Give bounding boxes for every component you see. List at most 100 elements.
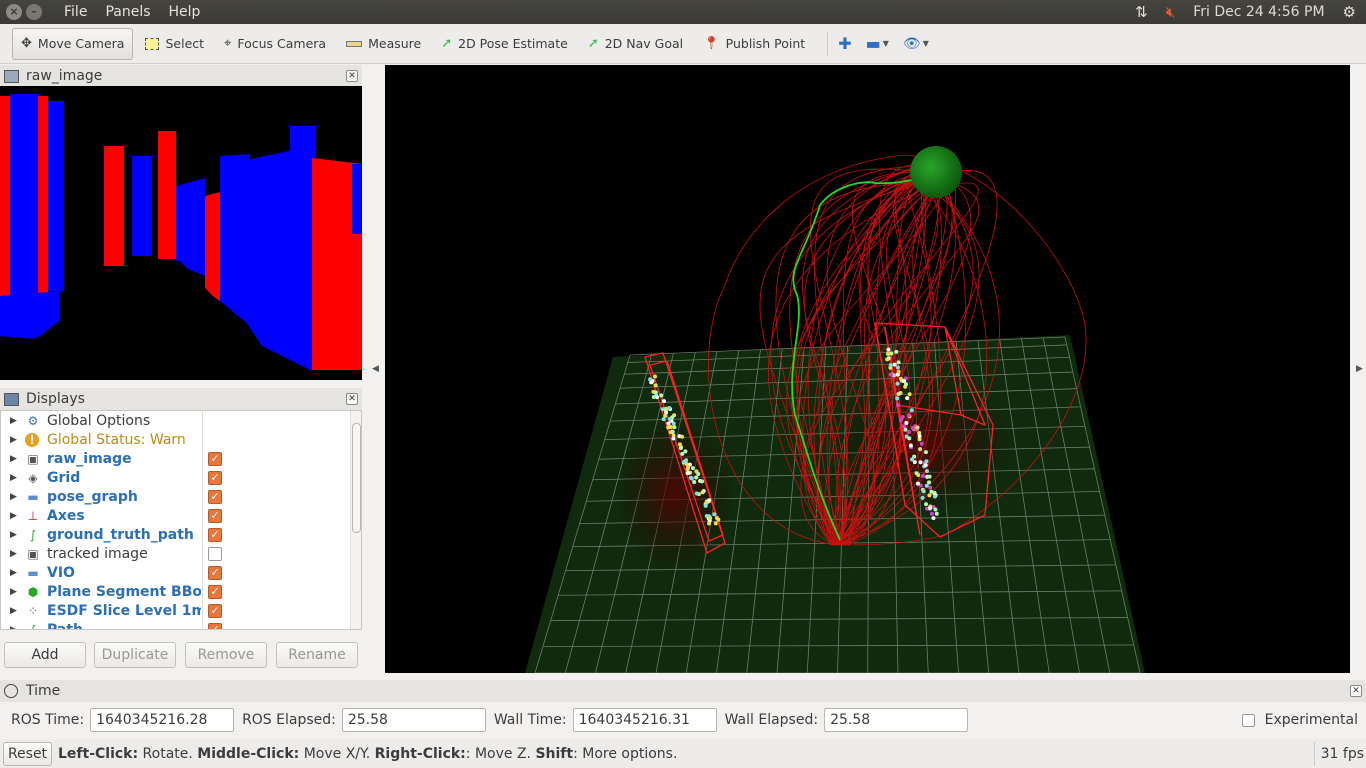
collapse-left-icon[interactable]: ◀ (372, 364, 379, 374)
expand-arrow-icon[interactable]: ▶ (10, 606, 20, 616)
tool-publish-point[interactable]: 📍︎ Publish Point (695, 28, 813, 60)
experimental-toggle[interactable]: Experimental (1241, 712, 1358, 728)
scene-canvas[interactable] (385, 65, 1350, 673)
enable-checkbox[interactable]: ✓ (208, 452, 222, 466)
display-item[interactable]: ▶ ⬢ Plane Segment BBox ✓ (1, 582, 361, 601)
display-item[interactable]: ▶ ▣ tracked image (1, 544, 361, 563)
help-text-part: Right-Click: (374, 745, 466, 762)
display-item[interactable]: ▶ ⚙ Global Options (1, 411, 361, 430)
help-text: Left-Click: Rotate. Middle-Click: Move X… (58, 746, 677, 762)
expand-arrow-icon[interactable]: ▶ (10, 416, 20, 426)
move-camera-icon: ✥ (21, 36, 32, 51)
expand-arrow-icon[interactable]: ▶ (10, 568, 20, 578)
expand-arrow-icon[interactable]: ▶ (10, 511, 20, 521)
remove-button[interactable]: Remove (185, 642, 267, 668)
help-text-part: Shift (535, 745, 574, 762)
help-text-part: Left-Click: (58, 745, 139, 762)
ros-elapsed-field[interactable]: 25.58 (341, 708, 486, 732)
minimize-window-icon[interactable]: – (26, 4, 42, 20)
display-item[interactable]: ▶ ∫ ground_truth_path ✓ (1, 525, 361, 544)
raw-image-view (0, 86, 362, 380)
close-icon[interactable]: ✕ (346, 70, 358, 82)
goal-sphere (910, 146, 962, 198)
tool-focus-camera[interactable]: ⌖ Focus Camera (216, 28, 334, 60)
expand-arrow-icon[interactable]: ▶ (10, 473, 20, 483)
display-item-label: Grid (47, 469, 81, 486)
display-item[interactable]: ▶ ◈ Grid ✓ (1, 468, 361, 487)
status-bar: Reset Left-Click: Rotate. Middle-Click: … (0, 739, 1366, 768)
enable-checkbox[interactable]: ✓ (208, 623, 222, 629)
network-icon[interactable]: ⇅ (1135, 3, 1148, 21)
menu-panels[interactable]: Panels (105, 4, 150, 20)
settings-gear-icon[interactable]: ⚙ (1343, 3, 1356, 21)
enable-checkbox[interactable]: ✓ (208, 471, 222, 485)
duplicate-button[interactable]: Duplicate (94, 642, 176, 668)
expand-arrow-icon[interactable]: ▶ (10, 625, 20, 630)
collapse-right-icon[interactable]: ▶ (1356, 364, 1363, 374)
fps-counter: 31 fps (1313, 741, 1366, 766)
remove-tool-button[interactable]: ▬ ▼ (866, 34, 889, 53)
tool-label: Publish Point (725, 36, 806, 51)
enable-checkbox[interactable]: ✓ (208, 490, 222, 504)
display-item-label: ground_truth_path (47, 526, 194, 543)
expand-arrow-icon[interactable]: ▶ (10, 492, 20, 502)
display-item[interactable]: ▶! Global Status: Warn (1, 430, 361, 449)
experimental-checkbox[interactable] (1241, 713, 1255, 727)
monitor-icon (4, 392, 19, 406)
tool-label: Measure (368, 36, 422, 51)
display-item[interactable]: ▶ ∫ Path ✓ (1, 620, 361, 630)
render-3d-view[interactable] (385, 65, 1350, 673)
help-text-part: Move X/Y. (299, 745, 375, 762)
minus-icon: ▬ (865, 34, 881, 53)
menu-file[interactable]: File (64, 4, 87, 20)
expand-arrow-icon[interactable]: ▶ (10, 530, 20, 540)
tool-label: Move Camera (37, 36, 125, 51)
tool-2d-pose-estimate[interactable]: ➚ 2D Pose Estimate (433, 28, 576, 60)
ros-time-field[interactable]: 1640345216.28 (90, 708, 235, 732)
publish-point-icon: 📍︎ (703, 36, 720, 51)
display-item[interactable]: ▶ ⊥ Axes ✓ (1, 506, 361, 525)
experimental-label: Experimental (1264, 712, 1358, 728)
wall-elapsed-field[interactable]: 25.58 (824, 708, 969, 732)
help-text-part: : More options. (573, 745, 678, 762)
window-controls: × – (6, 4, 42, 20)
tool-select[interactable]: Select (137, 28, 212, 60)
enable-checkbox[interactable]: ✓ (208, 528, 222, 542)
displays-tree[interactable]: ▶ ⚙ Global Options ▶! Global Status: Warn ▶ ▣ r… (0, 410, 362, 630)
tool-measure[interactable]: Measure (338, 28, 429, 60)
display-item[interactable]: ▶ ▬ VIO ✓ (1, 563, 361, 582)
expand-arrow-icon[interactable]: ▶ (10, 454, 20, 464)
close-icon[interactable]: ✕ (346, 393, 358, 405)
enable-checkbox[interactable]: ✓ (208, 509, 222, 523)
rename-button[interactable]: Rename (276, 642, 358, 668)
tool-label: 2D Nav Goal (604, 36, 684, 51)
display-item[interactable]: ▶ ▣ raw_image ✓ (1, 449, 361, 468)
add-button[interactable]: Add (4, 642, 86, 668)
panel-title: raw_image (26, 68, 103, 84)
enable-checkbox[interactable] (208, 547, 222, 561)
enable-checkbox[interactable]: ✓ (208, 566, 222, 580)
expand-arrow-icon[interactable]: ▶ (10, 587, 20, 597)
clock[interactable]: Fri Dec 24 4:56 PM (1193, 4, 1324, 20)
help-text-part: Middle-Click: (197, 745, 300, 762)
volume-muted-icon[interactable]: 🔇︎ (1166, 3, 1175, 21)
display-item[interactable]: ▶ ▬ pose_graph ✓ (1, 487, 361, 506)
tool-move-camera[interactable]: ✥ Move Camera (12, 27, 134, 60)
reset-button[interactable]: Reset (3, 741, 52, 766)
tool-2d-nav-goal[interactable]: ➚ 2D Nav Goal (580, 28, 691, 60)
menu-help[interactable]: Help (169, 4, 201, 20)
enable-checkbox[interactable]: ✓ (208, 585, 222, 599)
display-item-label: tracked image (47, 545, 148, 562)
display-item-label: ESDF Slice Level 1m (47, 602, 201, 619)
view-visibility-button[interactable]: 👁︎ ▼ (903, 36, 929, 52)
add-tool-button[interactable]: ✚ (838, 34, 851, 53)
expand-arrow-icon[interactable]: ▶ (10, 549, 20, 559)
close-window-icon[interactable]: × (6, 4, 22, 20)
display-item[interactable]: ▶ ⁘ ESDF Slice Level 1m ✓ (1, 601, 361, 620)
expand-arrow-icon[interactable]: ▶ (10, 435, 20, 445)
close-icon[interactable]: ✕ (1350, 685, 1362, 697)
wall-elapsed-label: Wall Elapsed: (724, 712, 819, 728)
enable-checkbox[interactable]: ✓ (208, 604, 222, 618)
pointcloud-icon: ⁘ (27, 603, 39, 618)
wall-time-field[interactable]: 1640345216.31 (572, 708, 717, 732)
